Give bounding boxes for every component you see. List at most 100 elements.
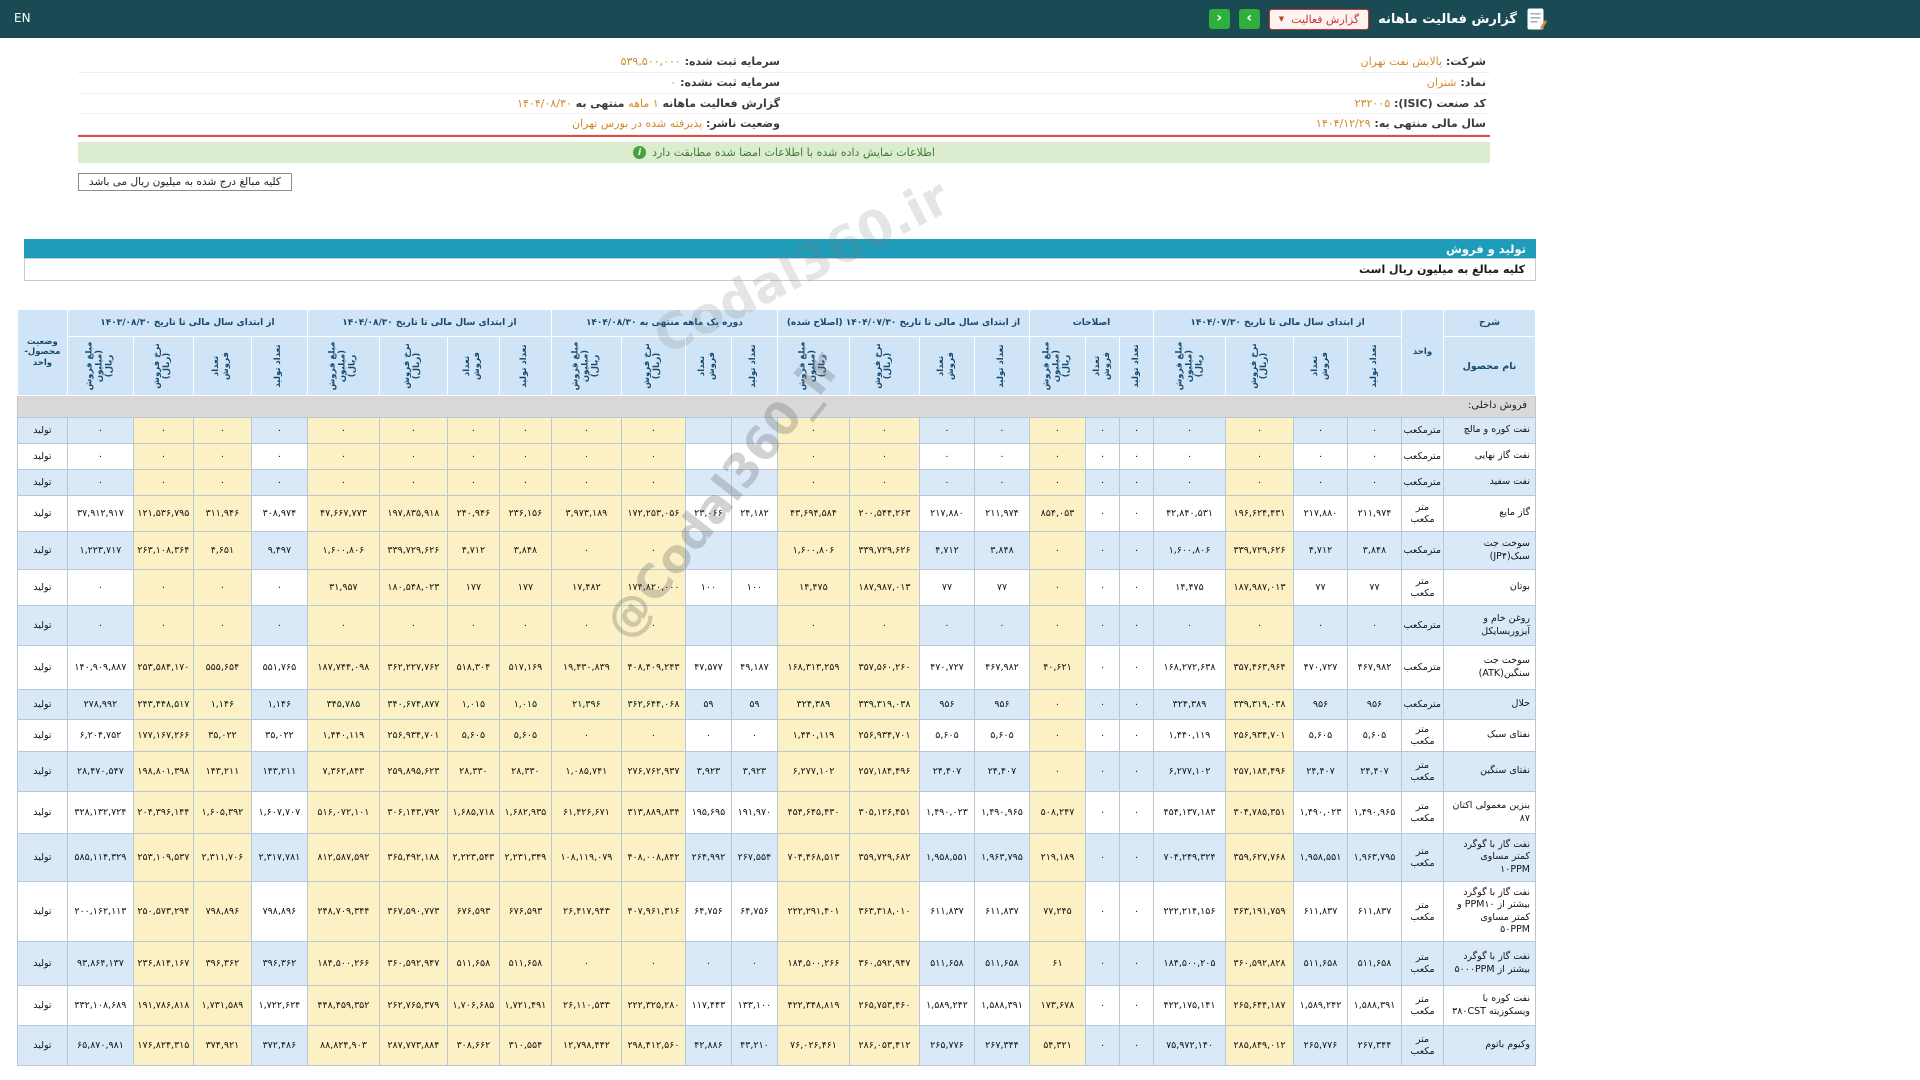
value-cell: ۰ — [1119, 1025, 1154, 1066]
value-cell: ۳۶۰,۵۹۲,۹۴۷ — [848, 941, 920, 986]
caret-down-icon: ▼ — [1278, 14, 1285, 23]
value-cell: ۰ — [132, 569, 194, 606]
value-cell: ۱,۰۸۵,۷۴۱ — [550, 751, 622, 792]
value-cell: ۳۵۹,۷۲۹,۶۸۲ — [848, 833, 920, 882]
value-cell: ۲۱۷,۸۸۰ — [918, 495, 975, 532]
value-cell: ۵۰۸,۲۴۷ — [1028, 791, 1087, 834]
value-cell: ۲۲۲,۳۲۵,۲۸۰ — [620, 985, 686, 1026]
value-cell: ۵,۶۰۵ — [1293, 719, 1348, 752]
company-left-col: سرمایه ثبت شده: ۵۳۹,۵۰۰,۰۰۰ سرمایه ثبت نش… — [78, 52, 784, 135]
value-cell: ۱,۵۸۹,۲۴۲ — [918, 985, 975, 1026]
value-cell — [684, 443, 732, 470]
value-cell: ۲,۲۳۱,۳۴۹ — [498, 833, 552, 882]
value-cell: ۰ — [620, 443, 686, 470]
value-cell: ۰ — [1085, 881, 1120, 942]
value-cell: ۰ — [776, 605, 850, 646]
value-cell: ۳۳۹,۳۱۹,۰۳۸ — [1225, 689, 1294, 720]
table-row: وکیوم باتوم متر مکعب ۲۶۷,۳۴۴ ۲۶۵,۷۷۶ ۲۸۵,۸۴۹… — [16, 1025, 1536, 1066]
nav-right-button[interactable]: › — [1238, 9, 1260, 29]
group-header: از ابتدای سال مالی تا تاریخ ۱۴۰۴/۰۷/۳۰ — [1153, 309, 1402, 337]
value-cell: ۱,۶۰۷,۷۰۷ — [250, 791, 308, 834]
value-cell: ۰ — [1085, 443, 1120, 470]
value-cell: ۰ — [550, 941, 622, 986]
product-name-cell: روغن خام و آیزوریسایکل — [1443, 605, 1536, 646]
info-row: سال مالی منتهی به: ۱۴۰۴/۱۲/۲۹ — [784, 114, 1490, 135]
value-cell: ۰ — [1119, 605, 1154, 646]
table-row: سوخت جت سنگین(ATK) مترمکعب ۴۶۷,۹۸۲ ۴۷۰,۷۲۷ ۳… — [16, 645, 1536, 690]
value-cell: ۰ — [550, 719, 622, 752]
value-cell: ۰ — [250, 469, 308, 496]
value-cell: ۸۸,۸۲۴,۹۰۳ — [306, 1025, 380, 1066]
product-name-cell: حلال — [1443, 689, 1536, 720]
value-cell: ۱۰۰ — [684, 569, 732, 606]
value-cell: ۱,۴۴۰,۱۱۹ — [1153, 719, 1226, 752]
value-cell: ۱,۶۰۰,۸۰۶ — [306, 531, 380, 570]
value-cell: ۱۴۳,۲۱۱ — [250, 751, 308, 792]
value-cell: ۱,۴۴۰,۱۱۹ — [776, 719, 850, 752]
value-cell: ۰ — [1153, 443, 1226, 470]
group-header: دوره یک ماهه منتهی به ۱۴۰۴/۰۸/۳۰ — [550, 309, 778, 337]
value-cell: ۰ — [918, 469, 975, 496]
value-cell — [730, 443, 778, 470]
value-cell: ۵,۶۰۵ — [918, 719, 975, 752]
value-cell: ۱۲,۷۹۸,۴۴۲ — [550, 1025, 622, 1066]
value-cell: ۰ — [306, 605, 380, 646]
value-cell: ۰ — [1119, 417, 1154, 444]
value-cell: ۰ — [1347, 443, 1402, 470]
value-cell: ۲۶۵,۷۷۶ — [918, 1025, 975, 1066]
report-type-dropdown[interactable]: گزارش فعالیت ▼ — [1268, 8, 1370, 30]
value-cell: ۰ — [306, 417, 380, 444]
value-cell: ۰ — [1347, 469, 1402, 496]
value-cell: ۴,۶۵۱ — [192, 531, 252, 570]
value-cell: ۰ — [730, 941, 778, 986]
value-cell: ۱۷,۴۸۲ — [550, 569, 622, 606]
value-cell: ۴۰۸,۰۰۸,۸۴۲ — [620, 833, 686, 882]
value-cell: ۱۸۷,۹۸۷,۰۱۳ — [848, 569, 920, 606]
value-cell: ۳۵,۰۲۲ — [192, 719, 252, 752]
value-cell: ۳۰۵,۱۲۶,۴۵۱ — [848, 791, 920, 834]
nav-left-button[interactable]: ‹ — [1208, 9, 1230, 29]
value-cell: ۰ — [550, 443, 622, 470]
value-cell: ۲۵۰,۵۷۳,۲۹۴ — [132, 881, 194, 942]
value-cell: ۷۷ — [1347, 569, 1402, 606]
info-value[interactable]: شتران — [1427, 76, 1457, 89]
value-cell: ۳۱۰,۵۵۴ — [498, 1025, 552, 1066]
value-cell: ۴۶۷,۹۸۲ — [973, 645, 1030, 690]
value-cell: ۲۴,۴۰۷ — [1293, 751, 1348, 792]
value-cell: ۷۰۴,۲۴۹,۳۲۴ — [1153, 833, 1226, 882]
value-cell: ۰ — [848, 417, 920, 444]
value-cell: ۳۱۱,۹۴۶ — [192, 495, 252, 532]
value-cell: ۴۹,۱۸۷ — [730, 645, 778, 690]
value-cell: ۰ — [1085, 751, 1120, 792]
value-cell: ۱۴,۴۷۵ — [776, 569, 850, 606]
col-subheader: نرخ فروش (ریال) — [1225, 336, 1294, 396]
value-cell: ۰ — [1293, 443, 1348, 470]
value-cell: ۲۵۷,۱۸۴,۴۹۶ — [1225, 751, 1294, 792]
value-cell: ۱,۹۵۸,۵۵۱ — [918, 833, 975, 882]
col-subheader: مبلغ فروش (میلیون ریال) — [1028, 336, 1087, 396]
value-cell: ۷۷ — [973, 569, 1030, 606]
col-header-desc: شرح — [1443, 309, 1536, 337]
value-cell: ۱۷۴,۸۲۰,۰۰۰ — [620, 569, 686, 606]
info-value[interactable]: پالایش نفت تهران — [1361, 55, 1443, 68]
group-header: اصلاحات — [1028, 309, 1155, 337]
value-cell: ۱۸۷,۹۸۷,۰۱۳ — [1225, 569, 1294, 606]
value-cell: ۰ — [1153, 417, 1226, 444]
unit-cell: مترمکعب — [1401, 443, 1444, 470]
table-row: نفت سفید مترمکعب ۰ ۰ ۰ ۰ ۰ ۰ ۰ ۰ ۰ ۰ ۰ ۰ ۰ ۰ ۰ ۰ ۰ ۰ ۰ ۰ ۰ تولی… — [16, 469, 1536, 496]
report-icon[interactable] — [1526, 7, 1548, 31]
language-toggle[interactable]: EN — [14, 11, 31, 25]
value-cell: ۲۱۹,۱۸۹ — [1028, 833, 1087, 882]
value-cell: ۱۷۷ — [498, 569, 552, 606]
value-cell: ۲,۳۱۱,۷۰۶ — [192, 833, 252, 882]
value-cell: ۰ — [1153, 469, 1226, 496]
value-cell — [684, 531, 732, 570]
value-cell: ۳,۸۴۸ — [973, 531, 1030, 570]
value-cell: ۵,۶۰۵ — [973, 719, 1030, 752]
value-cell: ۰ — [1028, 531, 1087, 570]
col-subheader: تعداد تولید — [1119, 336, 1154, 396]
value-cell: ۰ — [776, 469, 850, 496]
value-cell: ۰ — [684, 719, 732, 752]
value-cell: ۲۰۰,۱۶۲,۱۱۳ — [66, 881, 134, 942]
value-cell: ۶,۲۰۴,۷۵۲ — [66, 719, 134, 752]
